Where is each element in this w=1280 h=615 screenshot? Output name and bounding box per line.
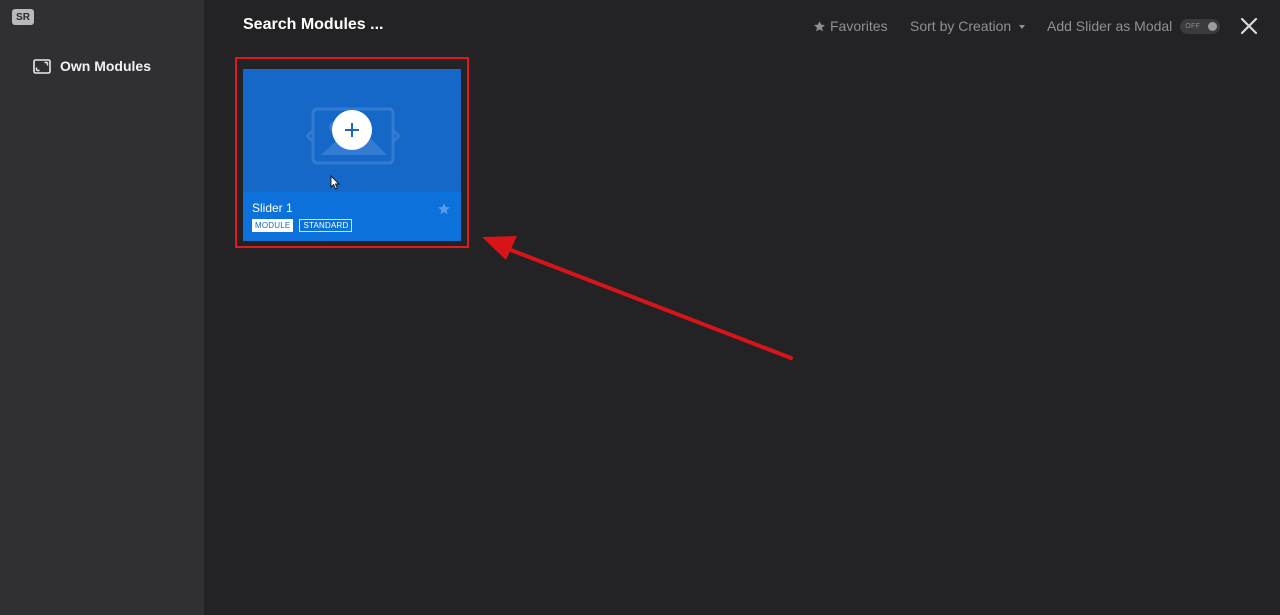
module-library: SR Own Modules Search Modules ... Favori…	[0, 0, 1280, 615]
modal-label: Add Slider as Modal	[1047, 18, 1173, 34]
module-tags: MODULE STANDARD	[252, 219, 353, 232]
favorites-filter[interactable]: Favorites	[813, 17, 888, 35]
toggle-state: OFF	[1185, 22, 1201, 30]
card-footer: Slider 1 MODULE STANDARD	[243, 192, 461, 241]
module-title: Slider 1	[252, 201, 293, 215]
sidebar: SR Own Modules	[0, 0, 204, 615]
star-icon	[814, 20, 825, 31]
close-icon[interactable]	[1238, 15, 1260, 37]
sidebar-item-own-modules[interactable]: Own Modules	[33, 56, 151, 76]
tag-module: MODULE	[252, 219, 294, 232]
search-input[interactable]: Search Modules ...	[243, 16, 383, 34]
favorites-label: Favorites	[830, 18, 888, 34]
card-thumbnail	[243, 69, 461, 192]
module-card[interactable]: Slider 1 MODULE STANDARD	[243, 69, 461, 241]
sort-label: Sort by Creation	[910, 18, 1012, 34]
favorite-star-icon[interactable]	[437, 202, 451, 216]
sidebar-item-label: Own Modules	[60, 58, 151, 74]
image-frame-icon	[33, 58, 51, 74]
add-module-button[interactable]	[332, 110, 372, 150]
modal-toggle[interactable]: OFF	[1180, 18, 1221, 34]
sort-dropdown[interactable]: Sort by Creation	[910, 17, 1026, 35]
mouse-cursor-icon	[330, 175, 340, 190]
app-logo: SR	[12, 9, 34, 25]
annotation-arrow	[482, 236, 793, 360]
tag-standard: STANDARD	[299, 219, 353, 232]
add-as-modal-setting: Add Slider as Modal OFF	[1047, 17, 1221, 35]
toggle-knob	[1208, 21, 1218, 31]
plus-icon	[345, 123, 359, 137]
chevron-down-icon	[1019, 25, 1026, 29]
